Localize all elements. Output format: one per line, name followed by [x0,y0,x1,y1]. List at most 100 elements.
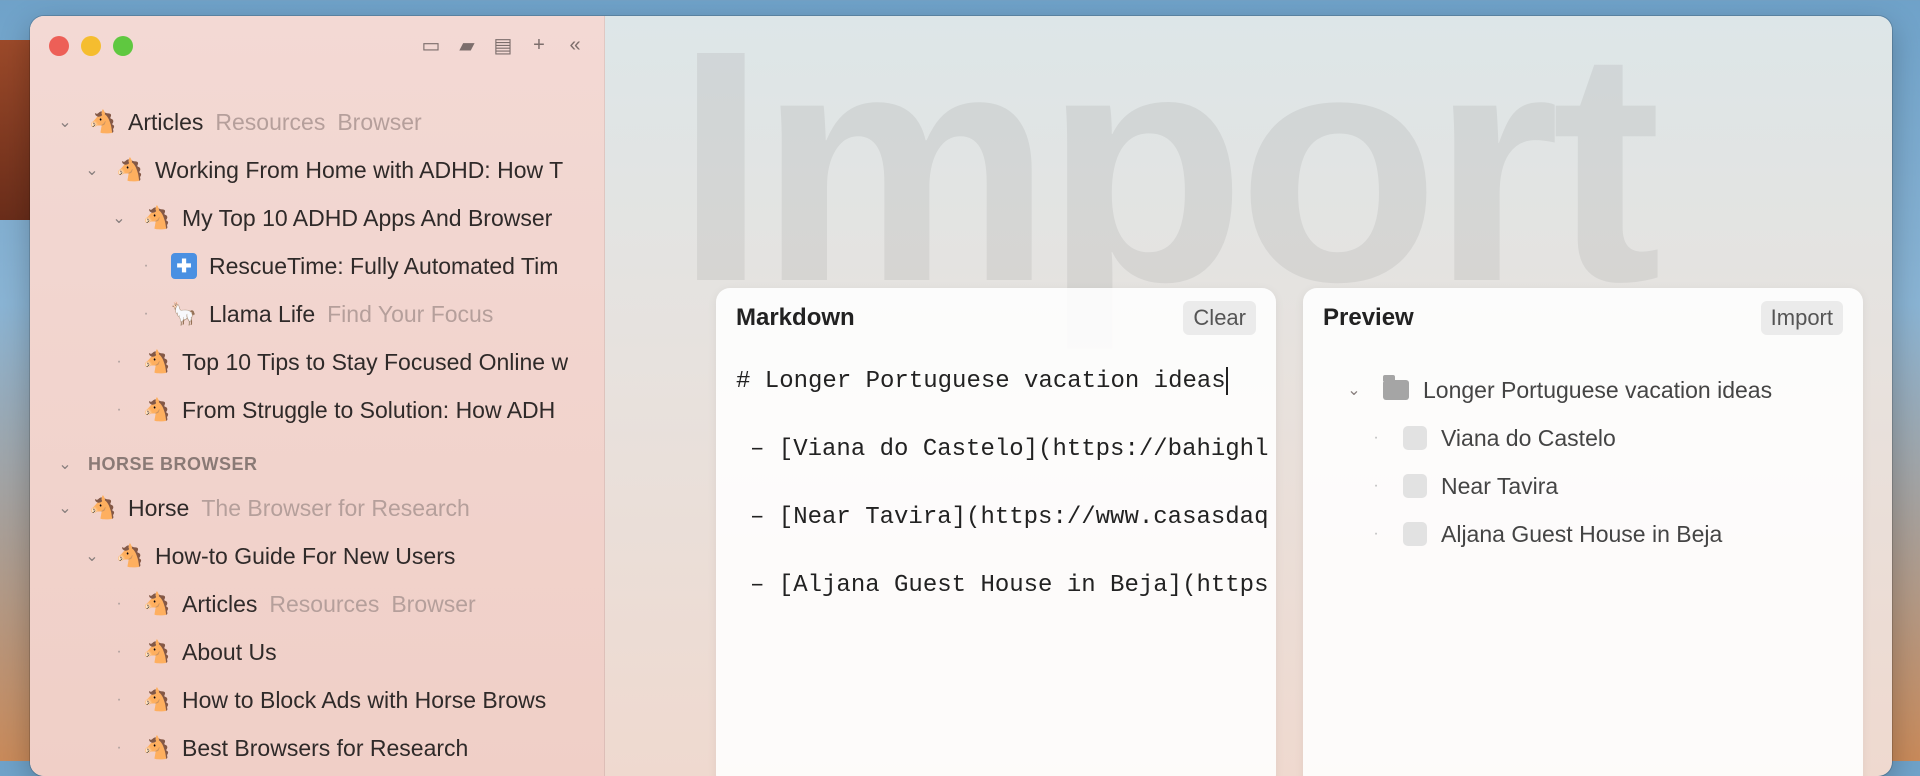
sidebar-item[interactable]: · 🐴 Articles Resources Browser [30,580,604,628]
folder-icon [1383,375,1409,400]
chevron-down-icon[interactable]: ⌄ [54,454,76,474]
sidebar-item-label: RescueTime: Fully Automated Tim [209,252,559,279]
llama-icon: 🦙 [170,301,198,326]
horse-icon: 🐴 [143,349,171,374]
horse-icon: 🐴 [143,735,171,760]
sidebar-item-tag: Browser [391,590,476,617]
sidebar-item[interactable]: · 🐴 Top 10 Tips to Stay Focused Online w [30,338,604,386]
bullet-icon: · [116,643,122,660]
horse-icon: 🐴 [143,687,171,712]
sidebar-item[interactable]: · 🐴 How to Block Ads with Horse Brows [30,676,604,724]
section-header: HORSE BROWSER [88,453,258,474]
sidebar-item[interactable]: ⌄ 🐴 Articles Resources Browser [30,98,604,146]
sidebar-item-label: Top 10 Tips to Stay Focused Online w [182,348,569,375]
sidebar-item-label: How-to Guide For New Users [155,542,456,569]
sidebar-item[interactable]: ⌄ 🐴 Working From Home with ADHD: How T [30,146,604,194]
plus-icon[interactable]: + [528,34,550,56]
sidebar-item-label: Horse [128,494,190,521]
markdown-line: – [Near Tavira](https://www.casasdaq [750,504,1269,531]
horse-icon: 🐴 [143,591,171,616]
bullet-icon: · [116,595,122,612]
sidebar: ▭ ▰ ▤ + « ⌄ 🐴 Articles Resources Browser ⌄ 🐴 Wo… [30,16,605,776]
sidebar-item-tag: Resources [215,108,326,135]
horse-icon: 🐴 [143,639,171,664]
bullet-icon: · [1373,525,1379,542]
folder-icon[interactable]: ▰ [456,34,478,57]
chevron-down-icon[interactable]: ⌄ [108,208,130,228]
markdown-line: – [Viana do Castelo](https://bahighl [750,436,1269,463]
clear-button[interactable]: Clear [1183,301,1256,335]
sidebar-item-label: How to Block Ads with Horse Brows [182,686,547,713]
close-button[interactable] [49,36,69,56]
preview-item-label: Viana do Castelo [1441,424,1616,451]
chevron-down-icon[interactable]: ⌄ [81,160,103,180]
preview-header: Preview Import [1303,288,1863,348]
preview-item[interactable]: · Near Tavira [1343,462,1863,510]
sidebar-item[interactable]: · 🦙 Llama Life Find Your Focus [30,290,604,338]
horse-icon: 🐴 [116,157,144,182]
sidebar-item-label: About Us [182,638,277,665]
horse-icon: 🐴 [89,495,117,520]
preview-item[interactable]: · Aljana Guest House in Beja [1343,510,1863,558]
bullet-icon: · [116,353,122,370]
sidebar-item-tag: Browser [337,108,422,135]
sidebar-item-tag: Resources [269,590,380,617]
bullet-icon: · [116,739,122,756]
sidebar-item-tag: The Browser for Research [201,494,470,521]
text-caret [1225,366,1228,395]
window-controls [49,36,133,56]
sidebar-item[interactable]: · ✚ RescueTime: Fully Automated Tim [30,242,604,290]
rescuetime-icon: ✚ [169,251,199,281]
markdown-header: Markdown Clear [716,288,1276,348]
sidebar-item[interactable]: · 🐴 From Struggle to Solution: How ADH [30,386,604,434]
sidebar-item[interactable]: ⌄ 🐴 My Top 10 ADHD Apps And Browser [30,194,604,242]
page-icon [1403,522,1427,546]
preview-panel: Preview Import ⌄ Longer Portuguese vacat… [1303,288,1863,776]
page-icon [1403,426,1427,450]
preview-item-label: Near Tavira [1441,472,1559,499]
horse-icon: 🐴 [143,397,171,422]
bullet-icon: · [116,691,122,708]
zoom-button[interactable] [113,36,133,56]
page-icon [1403,474,1427,498]
preview-item-label: Aljana Guest House in Beja [1441,520,1723,547]
sidebar-item[interactable]: · 🐴 About Us [30,628,604,676]
markdown-title: Markdown [736,304,855,331]
sidebar-item-label: Best Browsers for Research [182,734,469,761]
sidebar-tree: ⌄ 🐴 Articles Resources Browser ⌄ 🐴 Working From… [30,98,604,772]
bullet-icon: · [143,305,149,322]
bullet-icon: · [143,257,149,274]
preview-tree: ⌄ Longer Portuguese vacation ideas · Via… [1303,348,1863,558]
preview-folder-row[interactable]: ⌄ Longer Portuguese vacation ideas [1343,366,1863,414]
preview-item[interactable]: · Viana do Castelo [1343,414,1863,462]
inbox-icon[interactable]: ▭ [420,34,442,57]
sidebar-item-label: My Top 10 ADHD Apps And Browser [182,204,553,231]
markdown-heading-line: # Longer Portuguese vacation ideas [736,368,1226,395]
preview-title: Preview [1323,304,1414,331]
sidebar-toolbar: ▭ ▰ ▤ + « [420,34,586,57]
horse-icon: 🐴 [143,205,171,230]
sidebar-item-label: Llama Life [209,300,316,327]
import-button[interactable]: Import [1760,301,1843,335]
chevron-down-icon[interactable]: ⌄ [54,498,76,518]
sidebar-item[interactable]: ⌄ 🐴 Horse The Browser for Research [30,484,604,532]
markdown-panel: Markdown Clear # Longer Portuguese vacat… [716,288,1276,776]
markdown-editor[interactable]: # Longer Portuguese vacation ideas – [Vi… [716,348,1276,634]
section-header-row[interactable]: ⌄ HORSE BROWSER [30,444,604,484]
sidebar-item-label: Articles [182,590,258,617]
minimize-button[interactable] [81,36,101,56]
horse-icon: 🐴 [116,543,144,568]
chevron-down-icon[interactable]: ⌄ [81,546,103,566]
bullet-icon: · [1373,477,1379,494]
preview-folder-label: Longer Portuguese vacation ideas [1423,376,1773,403]
sidebar-item[interactable]: ⌄ 🐴 How-to Guide For New Users [30,532,604,580]
bullet-icon: · [1373,429,1379,446]
collapse-icon[interactable]: « [564,34,586,56]
chevron-down-icon[interactable]: ⌄ [54,112,76,132]
sidebar-item-label: Working From Home with ADHD: How T [155,156,564,183]
sidebar-item[interactable]: · 🐴 Best Browsers for Research [30,724,604,772]
chevron-down-icon[interactable]: ⌄ [1343,380,1365,400]
note-icon[interactable]: ▤ [492,34,514,57]
app-window: Import ▭ ▰ ▤ + « ⌄ 🐴 Articles Resources Brow… [30,16,1892,776]
sidebar-item-tag: Find Your Focus [327,300,494,327]
